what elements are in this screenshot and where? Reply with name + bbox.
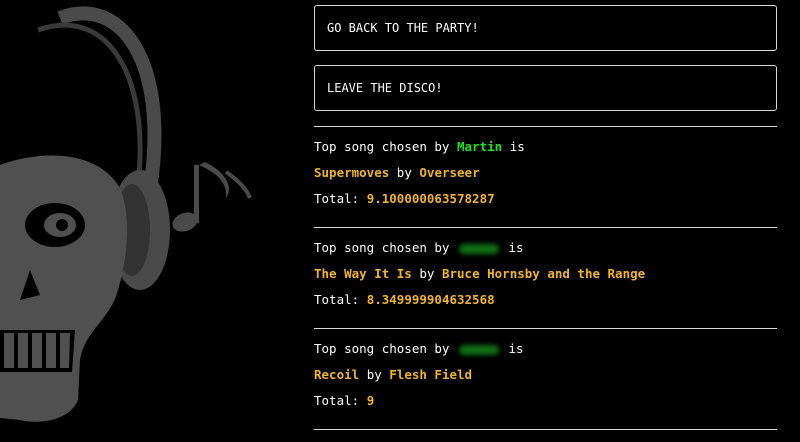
back-to-party-button[interactable]: GO BACK TO THE PARTY!: [314, 5, 777, 51]
list-item: Top song chosen by is Recoil by Flesh Fi…: [314, 341, 524, 408]
artist-name: Overseer: [419, 165, 480, 180]
list-item: Top song chosen by is The Way It Is by B…: [314, 240, 646, 307]
disco-results: GO BACK TO THE PARTY! LEAVE THE DISCO! T…: [314, 5, 777, 430]
total-score: 9.100000063578287: [366, 191, 495, 206]
artist-name: Bruce Hornsby and the Range: [441, 266, 646, 281]
leave-disco-button[interactable]: LEAVE THE DISCO!: [314, 65, 777, 111]
total-score: 9: [366, 393, 375, 408]
artist-name: Flesh Field: [389, 367, 473, 382]
chooser-name: Martin: [457, 139, 503, 154]
music-note-icon: [172, 162, 252, 232]
chooser-name-redacted: [459, 243, 499, 254]
divider: [314, 429, 777, 430]
total-score: 8.349999904632568: [366, 292, 495, 307]
song-title: Recoil: [314, 367, 360, 382]
song-title: The Way It Is: [314, 266, 412, 281]
chooser-name-redacted: [459, 344, 499, 355]
list-item: Top song chosen by Martin is Supermoves …: [314, 139, 525, 206]
skull-headphones-icon: [0, 6, 252, 422]
song-title: Supermoves: [314, 165, 390, 180]
